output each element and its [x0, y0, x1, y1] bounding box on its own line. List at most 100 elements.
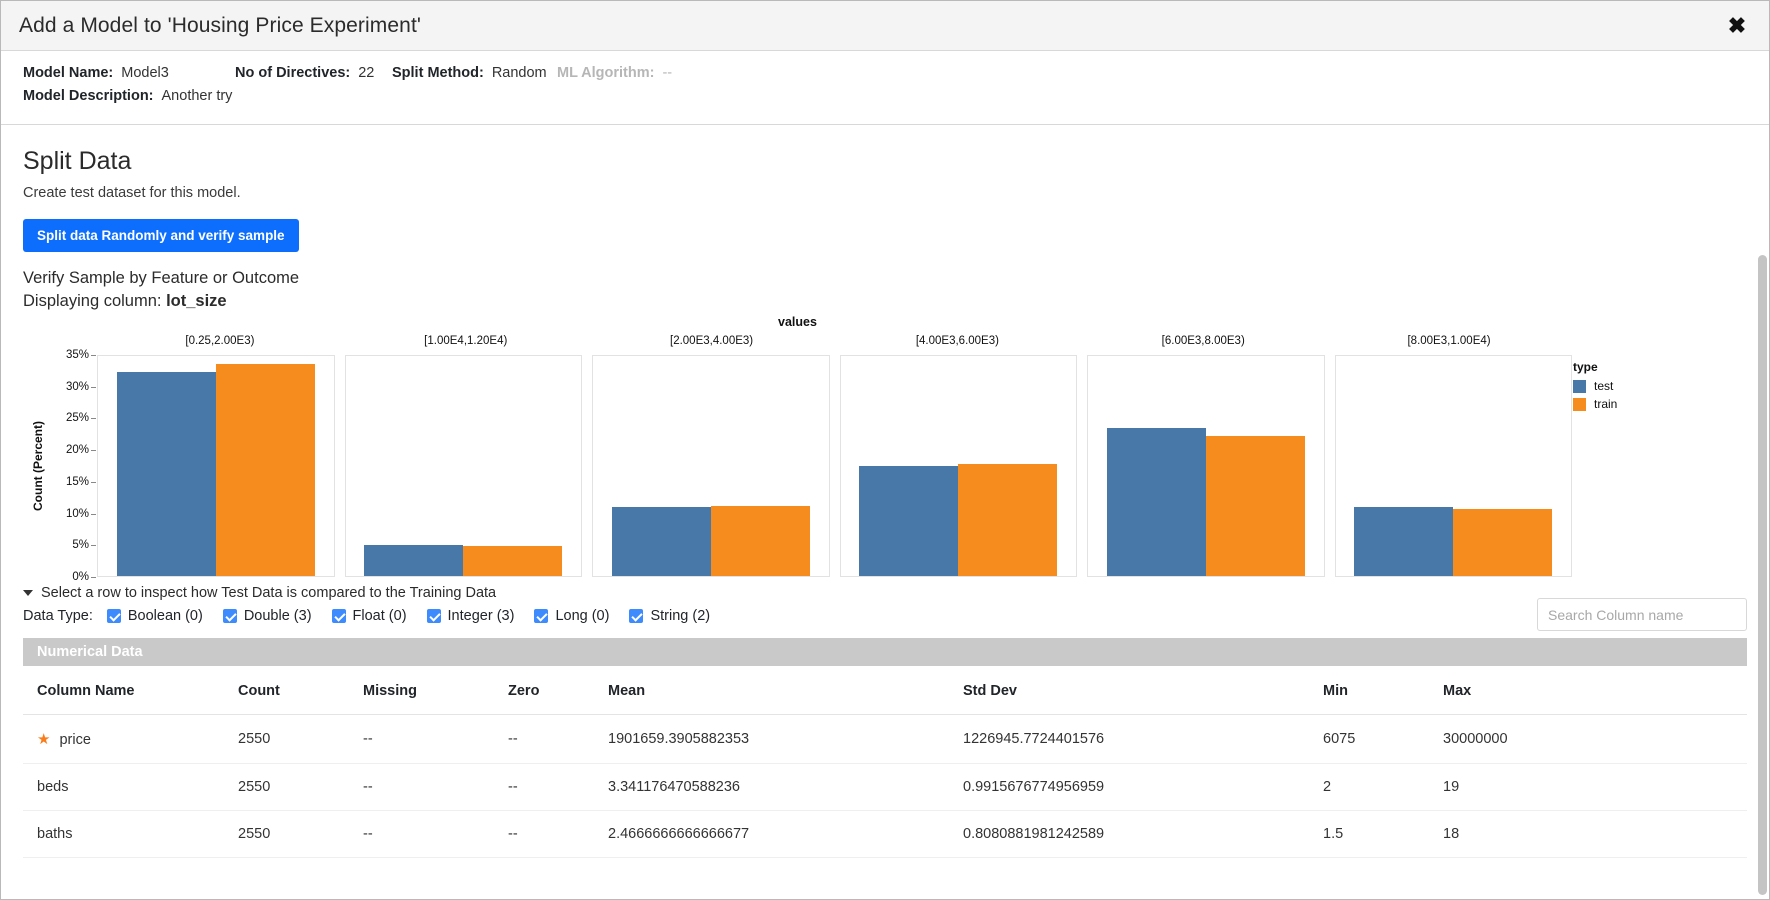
meta-directives-value: 22 — [358, 65, 374, 81]
plot-area: Count (Percent) 0%5%10%15%20%25%30%35% t… — [23, 355, 1747, 577]
column-header-mean[interactable]: Mean — [608, 666, 963, 715]
column-name-text: baths — [37, 826, 72, 842]
data-type-checkbox-float[interactable]: Float (0) — [332, 608, 407, 624]
data-type-checkbox-string[interactable]: String (2) — [629, 608, 710, 624]
data-type-checkbox-long[interactable]: Long (0) — [534, 608, 609, 624]
bar-test[interactable] — [612, 507, 711, 576]
cell-column-name: baths — [23, 811, 238, 858]
cell-missing: -- — [363, 811, 508, 858]
data-type-checkbox-boolean[interactable]: Boolean (0) — [107, 608, 203, 624]
legend-swatch-icon — [1573, 380, 1586, 393]
bar-train[interactable] — [958, 464, 1057, 576]
cell-missing: -- — [363, 715, 508, 764]
close-icon[interactable]: ✖ — [1721, 10, 1753, 42]
meta-ml-algorithm: ML Algorithm: -- — [557, 65, 672, 81]
table-row[interactable]: baths2550----2.46666666666666770.8080881… — [23, 811, 1747, 858]
split-data-button[interactable]: Split data Randomly and verify sample — [23, 219, 299, 252]
page-title: Split Data — [23, 147, 1747, 176]
data-type-label-text: Double (3) — [244, 608, 312, 624]
y-axis-tick: 25% — [66, 412, 89, 424]
checkbox-icon[interactable] — [427, 609, 441, 623]
data-type-checkbox-double[interactable]: Double (3) — [223, 608, 312, 624]
meta-model-description-label: Model Description: — [23, 88, 154, 104]
bar-train[interactable] — [1453, 509, 1552, 576]
legend-label: test — [1594, 379, 1613, 393]
data-type-label-text: Float (0) — [353, 608, 407, 624]
meta-split-method-value: Random — [492, 65, 547, 81]
inspect-hint-row[interactable]: Select a row to inspect how Test Data is… — [23, 585, 1747, 601]
data-type-filter-row: Data Type: Boolean (0) Double (3) Float (0… — [23, 608, 1747, 624]
displaying-column: Displaying column: lot_size — [23, 292, 1747, 311]
column-header-missing[interactable]: Missing — [363, 666, 508, 715]
table-row[interactable]: beds2550----3.3411764705882360.991567677… — [23, 764, 1747, 811]
y-axis: Count (Percent) 0%5%10%15%20%25%30%35% — [23, 355, 97, 577]
bar-test[interactable] — [859, 466, 958, 576]
vertical-scrollbar[interactable] — [1758, 245, 1767, 897]
model-meta-strip: Model Name: Model3 No of Directives: 22 … — [1, 51, 1769, 125]
column-header-max[interactable]: Max — [1443, 666, 1747, 715]
legend-item[interactable]: train — [1573, 397, 1733, 411]
numerical-data-table: Column Name Count Missing Zero Mean Std … — [23, 666, 1747, 858]
y-axis-tick: 15% — [66, 476, 89, 488]
column-header-column-name[interactable]: Column Name — [23, 666, 238, 715]
y-axis-tick: 10% — [66, 508, 89, 520]
cell-count: 2550 — [238, 764, 363, 811]
search-input[interactable] — [1537, 598, 1747, 631]
legend-label: train — [1594, 397, 1617, 411]
y-axis-tick: 0% — [72, 571, 89, 583]
checkbox-icon[interactable] — [223, 609, 237, 623]
facet-header: [6.00E3,8.00E3) — [1080, 335, 1326, 347]
chart-title: values — [23, 315, 1747, 329]
legend-swatch-icon — [1573, 398, 1586, 411]
column-header-zero[interactable]: Zero — [508, 666, 608, 715]
cell-max: 30000000 — [1443, 715, 1747, 764]
meta-model-description: Model Description: Another try — [23, 88, 232, 104]
data-type-label: Data Type: — [23, 608, 93, 624]
checkbox-icon[interactable] — [332, 609, 346, 623]
chart-panel — [1335, 355, 1573, 577]
table-row[interactable]: ★price2550----1901659.39058823531226945.… — [23, 715, 1747, 764]
bar-train[interactable] — [1206, 436, 1305, 576]
meta-model-name-label: Model Name: — [23, 65, 113, 81]
table-header-row: Column Name Count Missing Zero Mean Std … — [23, 666, 1747, 715]
data-type-checkbox-integer[interactable]: Integer (3) — [427, 608, 515, 624]
modal-title: Add a Model to 'Housing Price Experiment… — [19, 14, 421, 38]
data-type-label-text: String (2) — [650, 608, 710, 624]
column-name-text: price — [59, 732, 90, 748]
scrollbar-thumb[interactable] — [1758, 255, 1767, 895]
cell-min: 1.5 — [1323, 811, 1443, 858]
histogram-chart: values [0.25,2.00E3)[1.00E4,1.20E4)[2.00… — [23, 315, 1747, 577]
chevron-down-icon[interactable] — [23, 590, 33, 596]
checkbox-icon[interactable] — [629, 609, 643, 623]
checkbox-icon[interactable] — [107, 609, 121, 623]
bar-test[interactable] — [364, 545, 463, 576]
column-header-count[interactable]: Count — [238, 666, 363, 715]
cell-mean: 2.4666666666666677 — [608, 811, 963, 858]
checkbox-icon[interactable] — [534, 609, 548, 623]
data-type-label-text: Integer (3) — [448, 608, 515, 624]
bar-train[interactable] — [216, 364, 315, 576]
bar-train[interactable] — [711, 506, 810, 576]
y-axis-label-text: Count (Percent) — [31, 421, 45, 511]
bar-test[interactable] — [1107, 428, 1206, 576]
facet-header: [2.00E3,4.00E3) — [589, 335, 835, 347]
meta-model-name-value: Model3 — [121, 65, 169, 81]
cell-std-dev: 1226945.7724401576 — [963, 715, 1323, 764]
bar-train[interactable] — [463, 546, 562, 576]
legend-item[interactable]: test — [1573, 379, 1733, 393]
bar-test[interactable] — [1354, 507, 1453, 576]
cell-mean: 1901659.3905882353 — [608, 715, 963, 764]
modal-titlebar: Add a Model to 'Housing Price Experiment… — [1, 1, 1769, 51]
cell-column-name: ★ price — [23, 715, 238, 764]
chart-panel — [1087, 355, 1325, 577]
column-header-std-dev[interactable]: Std Dev — [963, 666, 1323, 715]
chart-panel — [345, 355, 583, 577]
column-name-text: beds — [37, 779, 68, 795]
y-axis-tick: 20% — [66, 444, 89, 456]
bar-test[interactable] — [117, 372, 216, 576]
star-icon[interactable]: ★ — [37, 731, 50, 748]
meta-split-method: Split Method: Random — [392, 65, 557, 81]
column-header-min[interactable]: Min — [1323, 666, 1443, 715]
facet-header: [0.25,2.00E3) — [97, 335, 343, 347]
cell-min: 2 — [1323, 764, 1443, 811]
